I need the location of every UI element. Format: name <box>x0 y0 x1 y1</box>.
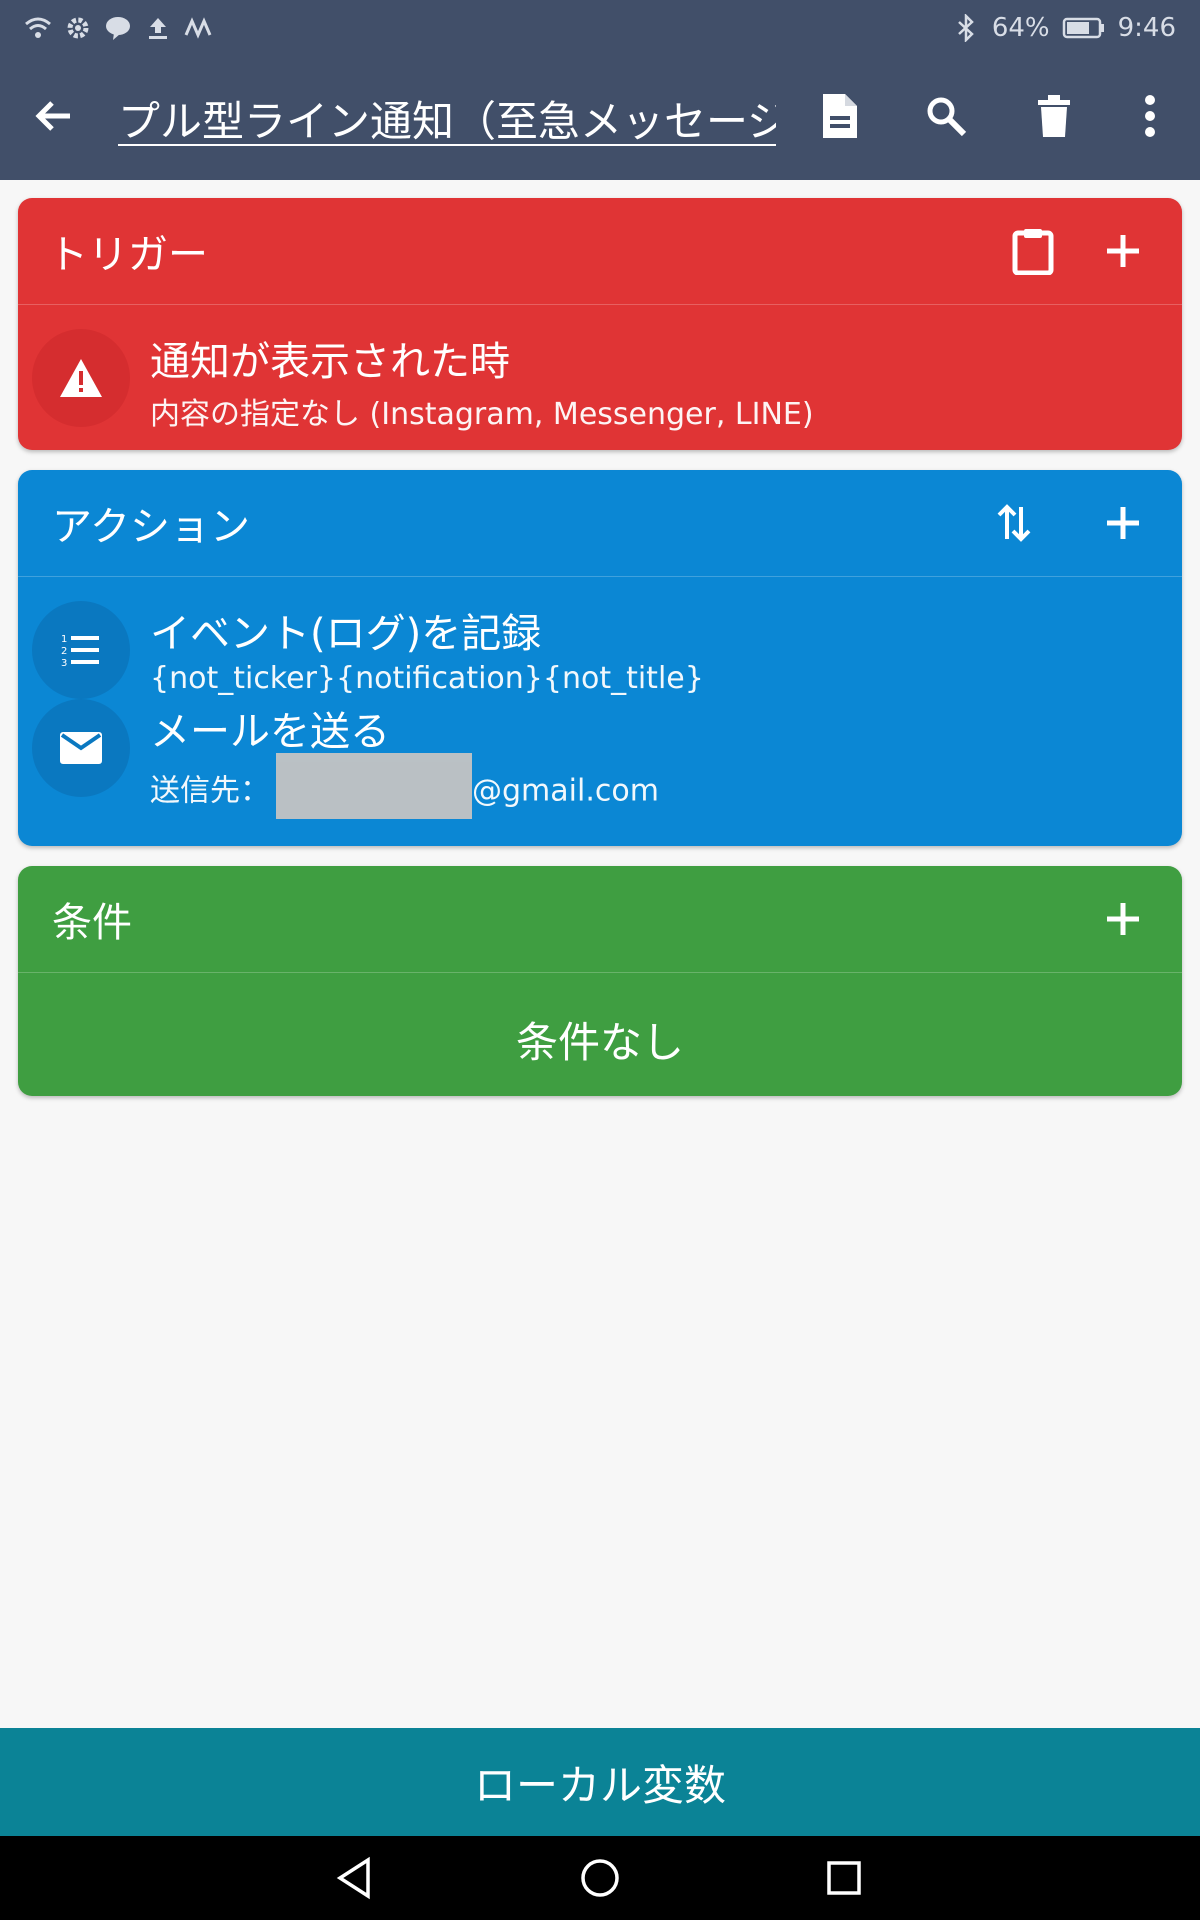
svg-text:1: 1 <box>61 634 67 645</box>
trigger-header: トリガー <box>18 198 1182 305</box>
system-nav-bar <box>0 1836 1200 1920</box>
plus-icon <box>1107 507 1139 539</box>
more-icon <box>1145 95 1155 137</box>
conditions-card: 条件 条件なし <box>18 866 1182 1096</box>
nav-back-button[interactable] <box>322 1846 386 1910</box>
conditions-title: 条件 <box>52 900 132 946</box>
gear-icon <box>64 14 92 42</box>
reorder-actions-button[interactable] <box>982 491 1046 555</box>
email-recipient-label: 送信先： <box>150 773 270 809</box>
add-trigger-button[interactable] <box>1091 219 1155 283</box>
action-item-email[interactable]: メールを送る 送信先： @gmail.com <box>18 699 1182 825</box>
clock: 9:46 <box>1117 13 1176 43</box>
app-bar: プル型ライン通知（至急メッセージ <box>0 56 1200 180</box>
svg-text:2: 2 <box>61 646 67 657</box>
bluetooth-icon <box>952 14 980 42</box>
actions-header: アクション <box>18 470 1182 577</box>
plus-icon <box>1107 903 1139 935</box>
svg-text:3: 3 <box>61 658 67 668</box>
nav-recents-button[interactable] <box>812 1846 876 1910</box>
delete-button[interactable] <box>1022 84 1086 148</box>
m-icon <box>184 14 212 42</box>
clipboard-icon <box>1012 229 1054 275</box>
add-action-button[interactable] <box>1091 491 1155 555</box>
line-icon <box>104 14 132 42</box>
add-condition-button[interactable] <box>1091 887 1155 951</box>
action-item-log-subtitle: {not_ticker}{notification}{not_title} <box>150 661 704 696</box>
nav-home-button[interactable] <box>568 1846 632 1910</box>
local-variables-button[interactable]: ローカル変数 <box>0 1728 1200 1836</box>
paste-trigger-button[interactable] <box>1001 219 1065 283</box>
nav-home-icon <box>581 1859 619 1897</box>
warning-icon <box>32 329 130 427</box>
delete-icon <box>1038 95 1070 137</box>
battery-icon <box>1062 14 1106 42</box>
actions-title: アクション <box>52 504 250 550</box>
action-item-log-title: イベント(ログ)を記録 <box>150 611 542 657</box>
macro-name-input[interactable]: プル型ライン通知（至急メッセージ <box>118 88 776 146</box>
search-button[interactable] <box>914 84 978 148</box>
nav-recents-icon <box>827 1861 861 1895</box>
back-button[interactable] <box>22 84 86 148</box>
plus-icon <box>1107 235 1139 267</box>
actions-card: アクション 123 イベント(ログ)を記録 {not_ticker}{notif… <box>18 470 1182 846</box>
trigger-item-subtitle: 内容の指定なし (Instagram, Messenger, LINE) <box>150 397 814 432</box>
mail-icon <box>32 699 130 797</box>
trigger-card: トリガー 通知が表示された時 内容の指定なし (Instagram, Messe… <box>18 198 1182 450</box>
action-item-email-title: メールを送る <box>150 709 390 755</box>
status-left-icons <box>24 14 212 42</box>
swap-vertical-icon <box>997 504 1031 542</box>
trigger-title: トリガー <box>48 232 208 278</box>
action-item-log[interactable]: 123 イベント(ログ)を記録 {not_ticker}{notificatio… <box>18 577 1182 703</box>
trigger-item[interactable]: 通知が表示された時 内容の指定なし (Instagram, Messenger,… <box>18 305 1182 432</box>
conditions-empty-text: 条件なし <box>515 1018 684 1067</box>
email-domain: @gmail.com <box>472 773 659 809</box>
document-icon <box>823 94 857 138</box>
arrow-back-icon <box>35 101 70 131</box>
upload-icon <box>144 14 172 42</box>
search-icon <box>927 97 967 137</box>
document-button[interactable] <box>807 84 871 148</box>
battery-percent: 64% <box>991 13 1050 43</box>
status-bar: 64% 9:46 <box>0 0 1200 56</box>
trigger-item-title: 通知が表示された時 <box>150 339 510 385</box>
redacted-email-block <box>276 753 472 819</box>
action-item-email-subtitle: 送信先： @gmail.com <box>150 753 659 825</box>
nav-back-icon <box>336 1856 370 1900</box>
conditions-header: 条件 <box>18 866 1182 973</box>
more-options-button[interactable] <box>1118 84 1182 148</box>
wifi-icon <box>24 14 52 42</box>
numbered-list-icon: 123 <box>32 601 130 699</box>
status-right: 64% 9:46 <box>952 13 1176 43</box>
